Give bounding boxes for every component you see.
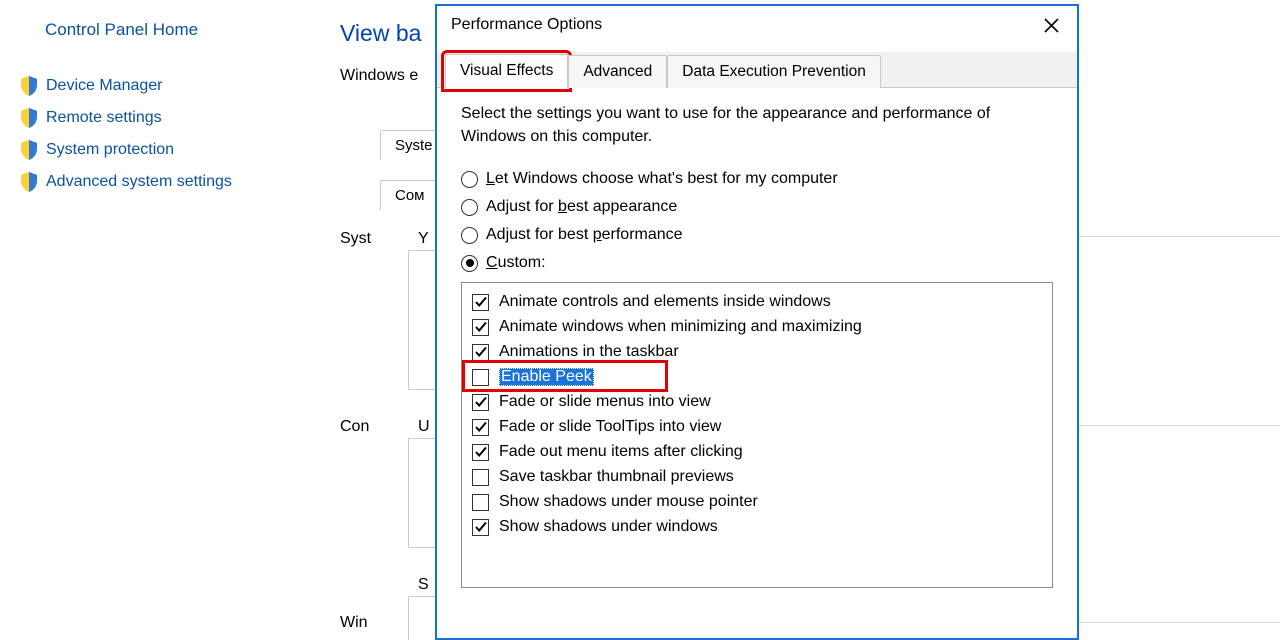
check-animate-windows-when-minimizing-and-maximizing[interactable]: Animate windows when minimizing and maxi… <box>468 316 1046 338</box>
check-enable-peek[interactable]: Enable Peek <box>468 366 1046 388</box>
sidebar-link-system-protection[interactable]: System protection <box>20 140 300 160</box>
bg-divider-1 <box>1070 236 1280 237</box>
sidebar-link-label: Advanced system settings <box>46 173 232 191</box>
bg-label-con: Con <box>340 418 369 436</box>
check-label: Enable Peek <box>499 368 594 386</box>
dialog-title: Performance Options <box>451 16 602 34</box>
check-label: Animate windows when minimizing and maxi… <box>499 318 862 336</box>
tab-visual-effects[interactable]: Visual Effects <box>445 54 568 88</box>
radio-option-2[interactable]: Adjust for best performance <box>461 226 1053 244</box>
checkbox-icon <box>472 469 489 486</box>
bg-tab-computer[interactable]: Coм <box>380 180 440 210</box>
radio-label: Adjust for best performance <box>486 226 683 244</box>
check-label: Fade or slide ToolTips into view <box>499 418 721 436</box>
check-animate-controls-and-elements-inside-windows[interactable]: Animate controls and elements inside win… <box>468 291 1046 313</box>
shield-icon <box>20 172 38 192</box>
check-show-shadows-under-windows[interactable]: Show shadows under windows <box>468 516 1046 538</box>
check-label: Animations in the taskbar <box>499 343 679 361</box>
checkbox-icon <box>472 494 489 511</box>
checkbox-icon <box>472 294 489 311</box>
radio-option-0[interactable]: Let Windows choose what's best for my co… <box>461 170 1053 188</box>
tab-data-execution-prevention[interactable]: Data Execution Prevention <box>667 55 881 88</box>
sidebar-link-advanced-system-settings[interactable]: Advanced system settings <box>20 172 300 192</box>
check-label: Animate controls and elements inside win… <box>499 293 831 311</box>
check-fade-out-menu-items-after-clicking[interactable]: Fade out menu items after clicking <box>468 441 1046 463</box>
checkbox-icon <box>472 444 489 461</box>
sidebar-link-label: Device Manager <box>46 77 163 95</box>
radio-label: Let Windows choose what's best for my co… <box>486 170 838 188</box>
check-label: Save taskbar thumbnail previews <box>499 468 734 486</box>
visual-effects-tab-body: Select the settings you want to use for … <box>437 88 1077 588</box>
tab-advanced[interactable]: Advanced <box>568 55 667 88</box>
check-save-taskbar-thumbnail-previews[interactable]: Save taskbar thumbnail previews <box>468 466 1046 488</box>
bg-label-u: U <box>418 418 430 436</box>
radio-icon <box>461 255 478 272</box>
dialog-titlebar: Performance Options <box>437 6 1077 52</box>
sidebar-link-remote-settings[interactable]: Remote settings <box>20 108 300 128</box>
check-label: Fade or slide menus into view <box>499 393 711 411</box>
checkbox-icon <box>472 394 489 411</box>
bg-label-win: Win <box>340 614 368 632</box>
bg-divider-2 <box>1070 425 1280 426</box>
check-label: Show shadows under windows <box>499 518 718 536</box>
check-show-shadows-under-mouse-pointer[interactable]: Show shadows under mouse pointer <box>468 491 1046 513</box>
bg-label-y: Y <box>418 230 429 248</box>
check-animations-in-the-taskbar[interactable]: Animations in the taskbar <box>468 341 1046 363</box>
checkbox-icon <box>472 369 489 386</box>
sidebar: Control Panel Home Device Manager Remote … <box>20 20 300 204</box>
close-icon <box>1044 18 1059 33</box>
dialog-tab-strip: Visual EffectsAdvancedData Execution Pre… <box>437 52 1077 88</box>
sidebar-link-label: System protection <box>46 141 174 159</box>
radio-icon <box>461 171 478 188</box>
check-label: Show shadows under mouse pointer <box>499 493 758 511</box>
instruction-text: Select the settings you want to use for … <box>461 102 1001 148</box>
checkbox-icon <box>472 419 489 436</box>
check-fade-or-slide-tooltips-into-view[interactable]: Fade or slide ToolTips into view <box>468 416 1046 438</box>
bg-label-system: Syst <box>340 230 371 248</box>
bg-label-s: S <box>418 576 429 594</box>
sidebar-link-label: Remote settings <box>46 109 162 127</box>
check-fade-or-slide-menus-into-view[interactable]: Fade or slide menus into view <box>468 391 1046 413</box>
radio-option-3[interactable]: Custom: <box>461 254 1053 272</box>
shield-icon <box>20 108 38 128</box>
shield-icon <box>20 140 38 160</box>
radio-icon <box>461 227 478 244</box>
visual-effects-checklist[interactable]: Animate controls and elements inside win… <box>461 282 1053 588</box>
checkbox-icon <box>472 319 489 336</box>
checkbox-icon <box>472 344 489 361</box>
checkbox-icon <box>472 519 489 536</box>
radio-option-1[interactable]: Adjust for best appearance <box>461 198 1053 216</box>
control-panel-home-link[interactable]: Control Panel Home <box>20 20 300 40</box>
close-button[interactable] <box>1036 16 1067 38</box>
check-label: Fade out menu items after clicking <box>499 443 743 461</box>
bg-divider-3 <box>1070 622 1280 623</box>
radio-label: Custom: <box>486 254 546 272</box>
shield-icon <box>20 76 38 96</box>
sidebar-link-device-manager[interactable]: Device Manager <box>20 76 300 96</box>
performance-options-dialog: Performance Options Visual EffectsAdvanc… <box>435 4 1079 640</box>
radio-label: Adjust for best appearance <box>486 198 677 216</box>
radio-icon <box>461 199 478 216</box>
